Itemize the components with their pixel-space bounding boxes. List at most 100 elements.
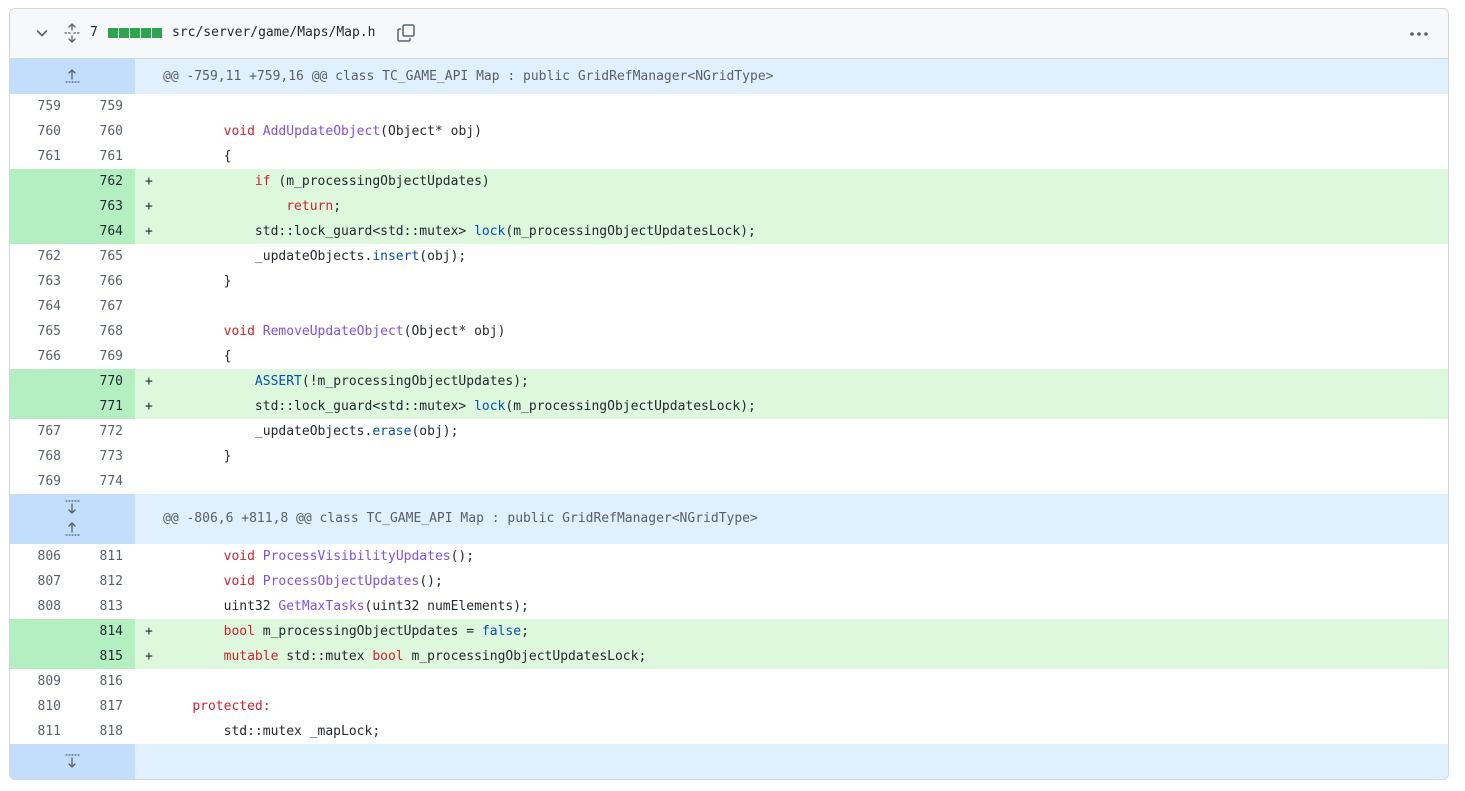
new-line-number[interactable]: 816 [73, 669, 135, 694]
new-line-number[interactable]: 760 [73, 119, 135, 144]
code-token: std::mutex _mapLock; [161, 724, 381, 739]
old-line-number[interactable]: 811 [10, 719, 73, 744]
code-token: erase [372, 424, 412, 439]
expand-up-icon[interactable] [63, 68, 81, 84]
expand-down-icon[interactable] [63, 753, 81, 769]
old-line-number[interactable]: 764 [10, 294, 73, 319]
new-line-number[interactable]: 761 [73, 144, 135, 169]
old-line-number[interactable]: 762 [10, 244, 73, 269]
diff-line-context: 764 767 [10, 294, 1448, 319]
context-marker [135, 344, 161, 369]
code-token: bool [223, 624, 255, 639]
new-line-number[interactable]: 764 [73, 219, 135, 244]
new-line-number[interactable]: 759 [73, 94, 135, 119]
old-line-number[interactable] [10, 219, 73, 244]
unfold-icon[interactable] [63, 23, 81, 43]
hunk-expander[interactable] [10, 59, 135, 94]
diff-line-context: 807 812 void ProcessObjectUpdates(); [10, 569, 1448, 594]
new-line-number[interactable]: 773 [73, 444, 135, 469]
code-token: (); [419, 574, 443, 589]
code-line: void ProcessObjectUpdates(); [135, 569, 1448, 594]
code-token: _updateObjects. [161, 424, 373, 439]
expand-up-icon[interactable] [63, 521, 81, 537]
old-line-number[interactable]: 810 [10, 694, 73, 719]
code-line: + bool m_processingObjectUpdates = false… [135, 619, 1448, 644]
code-line: + std::lock_guard<std::mutex> lock(m_pro… [135, 219, 1448, 244]
new-line-number[interactable]: 770 [73, 369, 135, 394]
code-token: if [254, 174, 271, 189]
old-line-number[interactable]: 806 [10, 544, 73, 569]
old-line-number[interactable]: 809 [10, 669, 73, 694]
diff-line-added: 762 + if (m_processingObjectUpdates) [10, 169, 1448, 194]
new-line-number[interactable]: 811 [73, 544, 135, 569]
old-line-number[interactable] [10, 644, 73, 669]
context-marker [135, 144, 161, 169]
new-line-number[interactable]: 768 [73, 319, 135, 344]
new-line-number[interactable]: 815 [73, 644, 135, 669]
code-line: } [135, 269, 1448, 294]
addition-marker: + [145, 174, 153, 189]
code-token: (m_processingObjectUpdatesLock); [505, 399, 756, 414]
old-line-number[interactable]: 769 [10, 469, 73, 494]
new-line-number[interactable]: 765 [73, 244, 135, 269]
code-token: } [161, 274, 232, 289]
chevron-down-icon[interactable] [34, 25, 50, 41]
old-line-number[interactable] [10, 619, 73, 644]
code-token: void [223, 124, 255, 139]
code-token: (Object* obj) [380, 124, 482, 139]
new-line-number[interactable]: 818 [73, 719, 135, 744]
code-line: + mutable std::mutex bool m_processingOb… [135, 644, 1448, 669]
new-line-number[interactable]: 769 [73, 344, 135, 369]
kebab-horizontal-icon[interactable] [1408, 24, 1430, 44]
context-marker [135, 569, 161, 594]
code-line: _updateObjects.erase(obj); [135, 419, 1448, 444]
code-token: { [161, 349, 232, 364]
hunk-header-text [135, 744, 1448, 779]
new-line-number[interactable]: 762 [73, 169, 135, 194]
old-line-number[interactable] [10, 169, 73, 194]
code-token: (uint32 numElements); [364, 599, 529, 614]
new-line-number[interactable]: 771 [73, 394, 135, 419]
old-line-number[interactable] [10, 194, 73, 219]
code-token: ProcessObjectUpdates [262, 574, 420, 589]
old-line-number[interactable]: 768 [10, 444, 73, 469]
old-line-number[interactable]: 760 [10, 119, 73, 144]
hunk-expander[interactable] [10, 744, 135, 779]
context-marker [135, 94, 161, 119]
hunk-expander[interactable] [10, 494, 135, 544]
new-line-number[interactable]: 817 [73, 694, 135, 719]
old-line-number[interactable]: 765 [10, 319, 73, 344]
new-line-number[interactable]: 763 [73, 194, 135, 219]
expand-down-icon[interactable] [63, 499, 81, 515]
copy-icon[interactable] [396, 23, 416, 43]
new-line-number[interactable]: 767 [73, 294, 135, 319]
code-token: AddUpdateObject [262, 124, 381, 139]
new-line-number[interactable]: 774 [73, 469, 135, 494]
new-line-number[interactable]: 766 [73, 269, 135, 294]
code-token: (obj); [419, 249, 467, 264]
code-line: { [135, 144, 1448, 169]
diff-line-context: 808 813 uint32 GetMaxTasks(uint32 numElem… [10, 594, 1448, 619]
file-path[interactable]: src/server/game/Maps/Map.h [172, 25, 376, 40]
old-line-number[interactable]: 766 [10, 344, 73, 369]
old-line-number[interactable] [10, 369, 73, 394]
new-line-number[interactable]: 813 [73, 594, 135, 619]
old-line-number[interactable]: 763 [10, 269, 73, 294]
old-line-number[interactable] [10, 394, 73, 419]
old-line-number[interactable]: 767 [10, 419, 73, 444]
new-line-number[interactable]: 812 [73, 569, 135, 594]
old-line-number[interactable]: 759 [10, 94, 73, 119]
old-line-number[interactable]: 807 [10, 569, 73, 594]
new-line-number[interactable]: 772 [73, 419, 135, 444]
old-line-number[interactable]: 761 [10, 144, 73, 169]
old-line-number[interactable]: 808 [10, 594, 73, 619]
code-token: void [223, 549, 255, 564]
new-line-number[interactable]: 814 [73, 619, 135, 644]
code-token: ; [333, 199, 342, 214]
